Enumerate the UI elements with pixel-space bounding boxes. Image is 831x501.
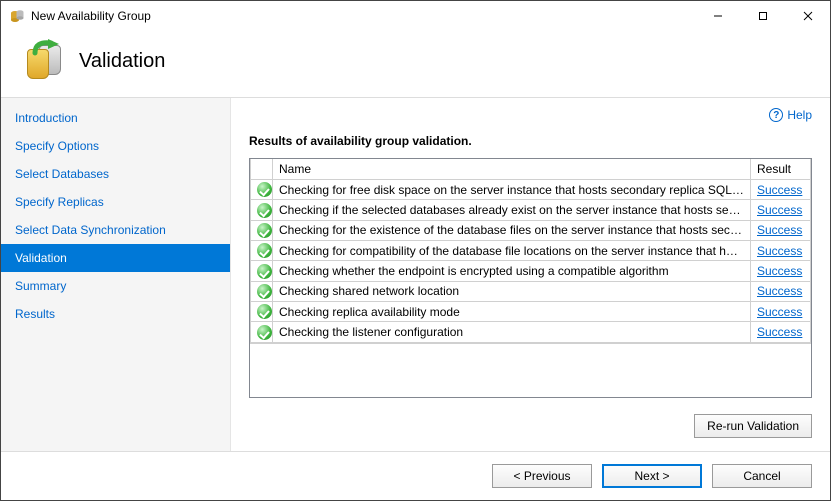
sidebar-item-summary[interactable]: Summary (1, 272, 230, 300)
result-link[interactable]: Success (757, 305, 802, 319)
page-title: Validation (79, 50, 165, 73)
success-icon (257, 203, 272, 218)
result-link[interactable]: Success (757, 183, 802, 197)
column-header-icon[interactable] (251, 159, 273, 180)
column-header-result[interactable]: Result (751, 159, 811, 180)
window-controls (695, 1, 830, 31)
sidebar-item-select-data-sync[interactable]: Select Data Synchronization (1, 216, 230, 244)
section-heading: Results of availability group validation… (249, 128, 812, 158)
validation-name: Checking for free disk space on the serv… (273, 180, 751, 200)
table-row[interactable]: Checking the listener configuration Succ… (251, 322, 811, 342)
table-row[interactable]: Checking if the selected databases alrea… (251, 200, 811, 220)
wizard-header: Validation (1, 31, 830, 97)
validation-name: Checking if the selected databases alrea… (273, 200, 751, 220)
sidebar-item-specify-replicas[interactable]: Specify Replicas (1, 188, 230, 216)
wizard-body: Introduction Specify Options Select Data… (1, 97, 830, 451)
wizard-footer: < Previous Next > Cancel (1, 451, 830, 500)
sidebar-item-select-databases[interactable]: Select Databases (1, 160, 230, 188)
column-header-name[interactable]: Name (273, 159, 751, 180)
sidebar-item-introduction[interactable]: Introduction (1, 104, 230, 132)
success-icon (257, 264, 272, 279)
window-title: New Availability Group (31, 9, 695, 23)
success-icon (257, 304, 272, 319)
table-row[interactable]: Checking for compatibility of the databa… (251, 240, 811, 260)
close-button[interactable] (785, 1, 830, 31)
validation-grid: Name Result Checking for free disk space… (249, 158, 812, 398)
validation-name: Checking shared network location (273, 281, 751, 301)
validation-name: Checking for compatibility of the databa… (273, 240, 751, 260)
result-link[interactable]: Success (757, 223, 802, 237)
help-link[interactable]: ? Help (249, 108, 812, 128)
help-label: Help (787, 108, 812, 122)
table-row[interactable]: Checking for free disk space on the serv… (251, 180, 811, 200)
titlebar: New Availability Group (1, 1, 830, 31)
table-row[interactable]: Checking replica availability mode Succe… (251, 301, 811, 321)
wizard-icon (21, 39, 65, 83)
wizard-sidebar: Introduction Specify Options Select Data… (1, 98, 231, 451)
dialog-window: New Availability Group Validation (0, 0, 831, 501)
table-row[interactable]: Checking whether the endpoint is encrypt… (251, 261, 811, 281)
success-icon (257, 243, 272, 258)
result-link[interactable]: Success (757, 244, 802, 258)
sidebar-item-results[interactable]: Results (1, 300, 230, 328)
validation-name: Checking the listener configuration (273, 322, 751, 342)
cancel-button[interactable]: Cancel (712, 464, 812, 488)
grid-empty-area (250, 343, 811, 397)
next-button[interactable]: Next > (602, 464, 702, 488)
result-link[interactable]: Success (757, 203, 802, 217)
result-link[interactable]: Success (757, 284, 802, 298)
app-icon (9, 8, 25, 24)
sidebar-item-validation[interactable]: Validation (1, 244, 230, 272)
validation-name: Checking whether the endpoint is encrypt… (273, 261, 751, 281)
result-link[interactable]: Success (757, 325, 802, 339)
table-row[interactable]: Checking shared network location Success (251, 281, 811, 301)
minimize-button[interactable] (695, 1, 740, 31)
help-icon: ? (769, 108, 783, 122)
success-icon (257, 284, 272, 299)
success-icon (257, 223, 272, 238)
wizard-main: ? Help Results of availability group val… (231, 98, 830, 451)
maximize-button[interactable] (740, 1, 785, 31)
result-link[interactable]: Success (757, 264, 802, 278)
table-row[interactable]: Checking for the existence of the databa… (251, 220, 811, 240)
rerun-validation-button[interactable]: Re-run Validation (694, 414, 812, 438)
sidebar-item-specify-options[interactable]: Specify Options (1, 132, 230, 160)
success-icon (257, 325, 272, 340)
validation-name: Checking replica availability mode (273, 301, 751, 321)
previous-button[interactable]: < Previous (492, 464, 592, 488)
success-icon (257, 182, 272, 197)
validation-name: Checking for the existence of the databa… (273, 220, 751, 240)
